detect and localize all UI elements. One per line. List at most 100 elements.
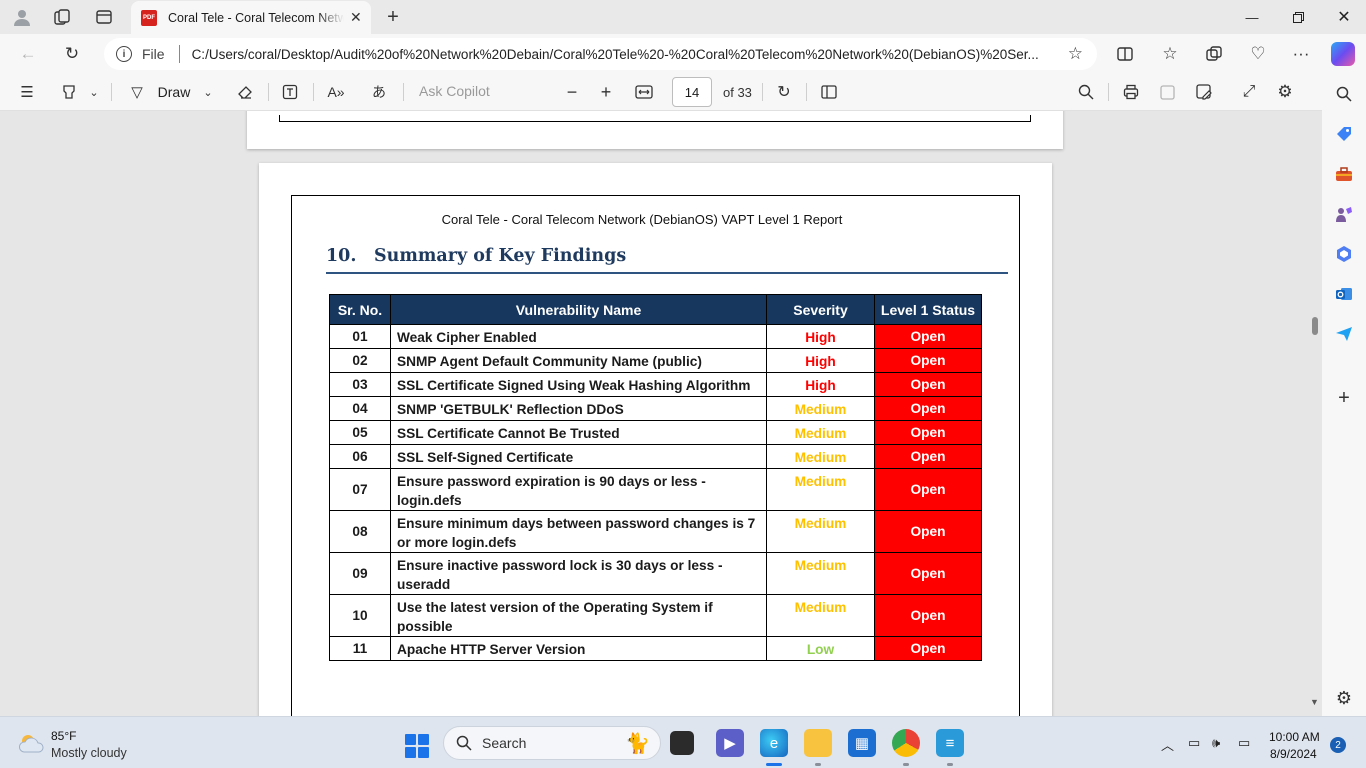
page-view-icon[interactable] [818, 80, 840, 104]
save-icon[interactable] [1156, 80, 1178, 104]
vulnerability-name: SSL Self-Signed Certificate [390, 444, 767, 469]
games-icon[interactable] [1332, 202, 1356, 226]
row-number: 09 [329, 552, 391, 595]
notification-badge[interactable]: 2 [1330, 737, 1346, 753]
eraser-icon[interactable] [234, 80, 256, 104]
split-screen-icon[interactable] [1111, 41, 1139, 67]
taskbar-search[interactable]: Search 🐈 [443, 726, 661, 760]
clock-time[interactable]: 10:00 AM [1269, 730, 1320, 744]
zoom-in-icon[interactable]: + [595, 80, 617, 104]
status-cell: Open [874, 468, 982, 511]
status-cell: Open [874, 444, 982, 469]
minimize-button[interactable]: — [1229, 0, 1275, 34]
pdf-viewer[interactable]: Coral Tele - Coral Telecom Network (Debi… [0, 111, 1322, 716]
contents-icon[interactable]: ☰ [16, 80, 38, 104]
save-as-icon[interactable] [1193, 80, 1215, 104]
status-cell: Open [874, 552, 982, 595]
pdf-settings-gear-icon[interactable]: ⚙ [1274, 80, 1296, 104]
column-header: Severity [766, 294, 875, 325]
notepad-icon[interactable]: ≡ [936, 729, 964, 757]
windows-start-icon[interactable] [405, 734, 429, 758]
favorites-icon[interactable]: ☆ [1156, 41, 1184, 67]
highlight-chevron-icon[interactable]: ⌄ [86, 80, 102, 104]
document-header: Coral Tele - Coral Telecom Network (Debi… [441, 212, 843, 227]
row-number: 03 [329, 372, 391, 397]
teams-meet-icon[interactable]: ▶ [716, 729, 744, 757]
search-pdf-icon[interactable] [1075, 80, 1097, 104]
weather-cloud-icon[interactable] [18, 733, 46, 753]
show-hidden-icons-chevron-icon[interactable]: ︿ [1161, 735, 1174, 754]
microsoft-store-icon[interactable]: ▦ [848, 729, 876, 757]
toolbar-divider [806, 83, 807, 101]
refresh-button[interactable]: ↻ [58, 41, 86, 67]
tools-icon[interactable] [1332, 162, 1356, 186]
clock-date[interactable]: 8/9/2024 [1270, 747, 1317, 761]
translate-icon[interactable]: あ [366, 80, 392, 104]
fullscreen-icon[interactable]: ⤢ [1238, 80, 1260, 104]
rotate-icon[interactable]: ↻ [773, 80, 795, 104]
edge-icon[interactable]: e [760, 729, 788, 757]
highlight-icon[interactable] [58, 80, 80, 104]
chrome-icon[interactable] [892, 729, 920, 757]
address-bar[interactable]: i File C:/Users/coral/Desktop/Audit%20of… [104, 38, 1097, 70]
display-icon[interactable]: ▭ [1188, 735, 1200, 751]
add-text-icon[interactable] [279, 80, 301, 104]
weather-condition: Mostly cloudy [51, 746, 127, 760]
copilot-icon[interactable] [1331, 42, 1355, 66]
new-tab-button[interactable]: + [380, 5, 406, 29]
search-icon[interactable] [1332, 82, 1356, 106]
tab-actions-icon[interactable] [91, 5, 117, 29]
status-cell: Open [874, 396, 982, 421]
edge-sidebar: + ⚙ [1322, 74, 1366, 716]
collections-icon[interactable] [1200, 41, 1228, 67]
task-view-icon[interactable] [670, 731, 694, 755]
print-icon[interactable] [1120, 80, 1142, 104]
workspaces-icon[interactable] [49, 5, 75, 29]
severity-cell: Medium [766, 396, 875, 421]
tab-active[interactable]: PDF Coral Tele - Coral Telecom Network (… [131, 1, 371, 34]
scroll-down-arrow-icon[interactable]: ▼ [1310, 697, 1319, 707]
ask-copilot-input[interactable]: Ask Copilot [419, 83, 490, 99]
severity-cell: High [766, 348, 875, 373]
restore-button[interactable] [1275, 0, 1321, 34]
draw-button[interactable]: Draw [154, 80, 194, 104]
shopping-tag-icon[interactable] [1332, 122, 1356, 146]
back-button[interactable]: ← [14, 41, 42, 67]
close-tab-icon[interactable]: ✕ [350, 9, 362, 26]
file-explorer-icon[interactable] [804, 729, 832, 757]
sidebar-settings-gear-icon[interactable]: ⚙ [1332, 686, 1356, 710]
send-icon[interactable] [1332, 322, 1356, 346]
table-row: 01 Weak Cipher Enabled High Open [329, 324, 982, 349]
microsoft-365-icon[interactable] [1332, 242, 1356, 266]
url-text[interactable]: C:/Users/coral/Desktop/Audit%20of%20Netw… [192, 47, 1054, 62]
table-row: 10 Use the latest version of the Operati… [329, 594, 982, 637]
zoom-out-icon[interactable]: − [561, 80, 583, 104]
favorite-star-icon[interactable]: ☆ [1068, 44, 1083, 64]
close-window-button[interactable]: ✕ [1321, 0, 1366, 34]
browser-essentials-icon[interactable]: ♡ [1244, 41, 1272, 67]
page-number-input[interactable]: 14 [672, 77, 712, 107]
vulnerability-name: SSL Certificate Cannot Be Trusted [390, 420, 767, 445]
table-row: 04 SNMP 'GETBULK' Reflection DDoS Medium… [329, 396, 982, 421]
battery-icon[interactable]: ▭ [1238, 735, 1250, 751]
read-aloud-icon[interactable]: A» [324, 80, 348, 104]
vulnerability-name: SNMP 'GETBULK' Reflection DDoS [390, 396, 767, 421]
status-cell: Open [874, 510, 982, 553]
fit-to-page-icon[interactable] [632, 80, 656, 104]
add-sidebar-app-icon[interactable]: + [1332, 386, 1356, 410]
scrollbar-thumb[interactable] [1312, 317, 1318, 335]
navigation-bar: ← ↻ i File C:/Users/coral/Desktop/Audit%… [0, 34, 1366, 74]
draw-chevron-icon[interactable]: ⌄ [200, 80, 216, 104]
draw-icon[interactable]: ▽ [126, 80, 148, 104]
profile-icon[interactable] [9, 5, 35, 29]
settings-more-icon[interactable]: ··· [1287, 41, 1315, 67]
vertical-scrollbar[interactable]: ▼ [1309, 111, 1321, 716]
volume-icon[interactable]: 🕪 [1212, 735, 1220, 751]
toolbar-divider [111, 83, 112, 101]
toolbar-divider [762, 83, 763, 101]
vulnerability-name: Apache HTTP Server Version [390, 636, 767, 661]
info-icon[interactable]: i [116, 46, 132, 62]
outlook-icon[interactable] [1332, 282, 1356, 306]
severity-cell: Medium [766, 552, 875, 595]
row-number: 08 [329, 510, 391, 553]
